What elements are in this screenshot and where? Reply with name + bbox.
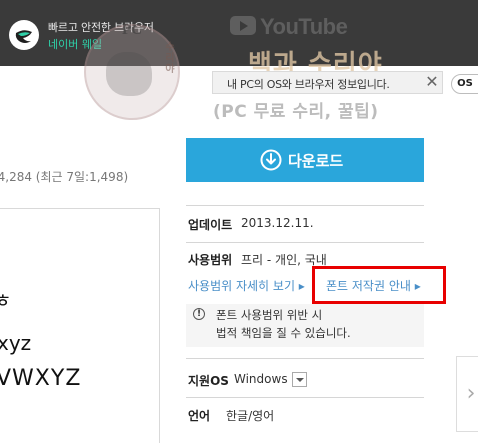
usage-detail-link[interactable]: 사용범위 자세히 보기 ▸ (188, 277, 305, 294)
next-arrow-icon[interactable]: › (456, 356, 478, 432)
usage-label: 사용범위 (188, 253, 233, 267)
preview-border (159, 208, 160, 443)
divider (186, 397, 424, 398)
supported-os-label: 지원OS (188, 374, 229, 388)
download-button[interactable]: 다운로드 (186, 138, 424, 182)
download-count: 54,284 (최근 7일:1,498) (0, 170, 129, 184)
updated-label: 업데이트 (188, 218, 233, 232)
youtube-text: YouTube (260, 14, 348, 39)
supported-os-value: Windows (234, 372, 288, 386)
youtube-play-icon (230, 16, 256, 35)
notice-text-line: 법적 책임을 질 수 있습니다. (216, 326, 351, 340)
divider (186, 242, 424, 243)
whale-logo-icon (9, 20, 39, 50)
close-icon[interactable]: ✕ (423, 73, 441, 92)
exclamation-icon: ! (193, 308, 205, 320)
language-value: 한글/영어 (226, 409, 275, 423)
notice-text-line: 폰트 사용범위 위반 시 (216, 308, 323, 322)
font-preview-line: xyz (0, 331, 32, 355)
font-preview-line: VWXYZ (0, 366, 82, 391)
os-info-bar: 내 PC의 OS와 브라우저 정보입니다. ✕ (212, 71, 443, 94)
ad-banner[interactable]: 빠르고 안전한 브라우저 네이버 웨일 YouTube (0, 0, 478, 66)
download-button-label: 다운로드 (288, 152, 344, 170)
os-button[interactable]: OS (451, 74, 478, 94)
divider (186, 205, 424, 206)
left-divider (0, 208, 160, 209)
language-label: 언어 (188, 409, 211, 423)
highlight-box (312, 266, 446, 304)
download-arrow-icon (260, 149, 282, 171)
os-dropdown-icon[interactable] (292, 372, 307, 387)
watermark-subtitle: (PC 무료 수리, 꿀팁) (213, 102, 379, 122)
watermark-badge-text: PC (122, 22, 142, 38)
font-preview-line: ㅎ (0, 290, 12, 312)
divider (186, 358, 424, 359)
os-info-text: 내 PC의 OS와 브라우저 정보입니다. (227, 78, 390, 91)
updated-value: 2013.12.11. (241, 216, 314, 230)
usage-notice: ! 폰트 사용범위 위반 시 법적 책임을 질 수 있습니다. (186, 304, 424, 347)
watermark-side-text: 수리야 (165, 42, 175, 75)
